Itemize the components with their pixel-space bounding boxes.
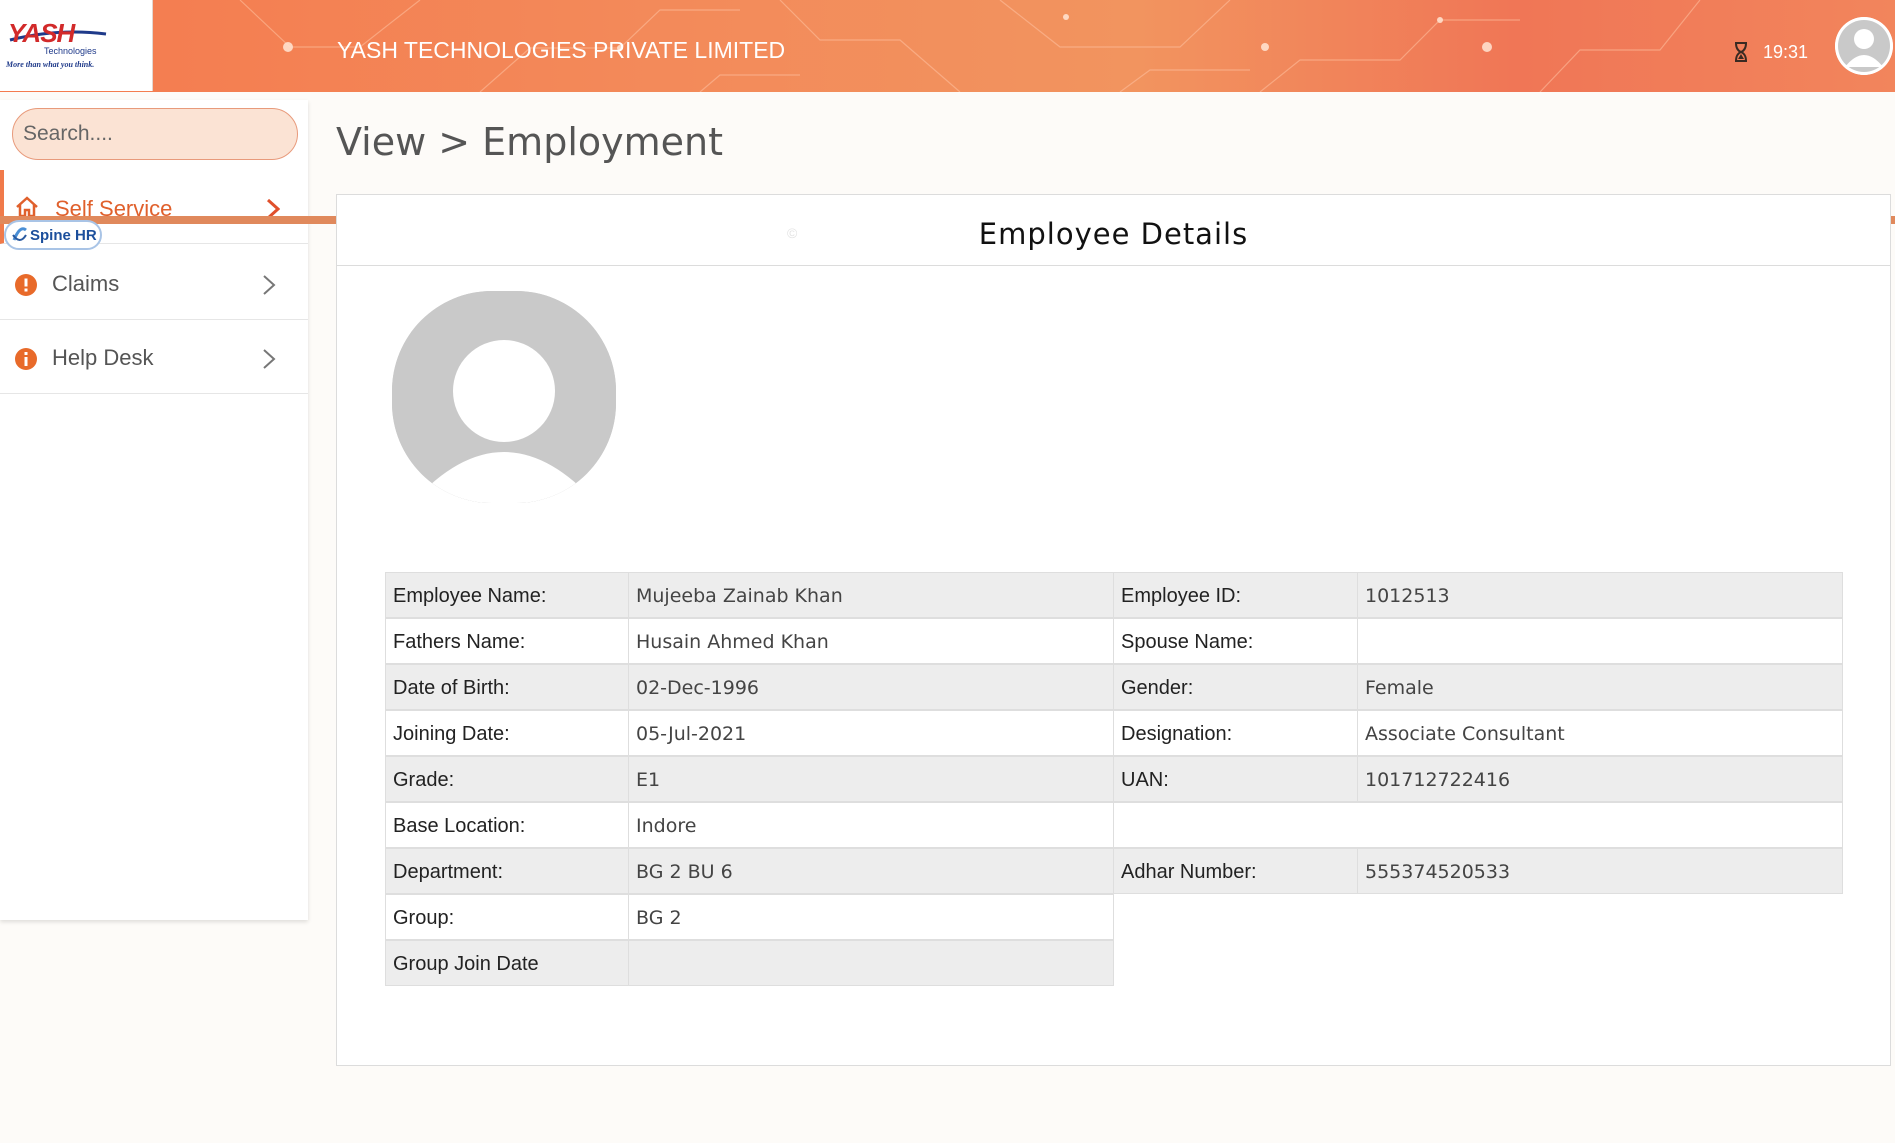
sidebar-item-label: Help Desk — [52, 345, 154, 370]
field-value-employee-id: 1012513 — [1357, 572, 1843, 618]
field-value-grade: E1 — [628, 756, 1114, 802]
logo-subtitle: Technologies — [44, 46, 97, 56]
field-label-employee-id: Employee ID: — [1113, 572, 1358, 618]
company-logo[interactable]: YASH Technologies More than what you thi… — [0, 0, 153, 91]
field-value-base-location: Indore — [628, 802, 1114, 848]
field-label-group: Group: — [385, 894, 629, 940]
field-value-fathers-name: Husain Ahmed Khan — [628, 618, 1114, 664]
field-value-joining-date: 05-Jul-2021 — [628, 710, 1114, 756]
field-value-uan: 101712722416 — [1357, 756, 1843, 802]
field-label-department: Department: — [385, 848, 629, 894]
field-label-grade: Grade: — [385, 756, 629, 802]
field-label-joining-date: Joining Date: — [385, 710, 629, 756]
field-label-base-location: Base Location: — [385, 802, 629, 848]
field-label-gender: Gender: — [1113, 664, 1358, 710]
chevron-right-icon — [263, 349, 276, 369]
field-value-designation: Associate Consultant — [1357, 710, 1843, 756]
field-label-employee-name: Employee Name: — [385, 572, 629, 618]
field-label-uan: UAN: — [1113, 756, 1358, 802]
exclamation-circle-icon — [15, 274, 37, 296]
panel-header: © Employee Details — [337, 195, 1890, 266]
user-avatar-icon — [1835, 17, 1893, 75]
field-value-department: BG 2 BU 6 — [628, 848, 1114, 894]
company-name: YASH TECHNOLOGIES PRIVATE LIMITED — [337, 37, 786, 63]
spine-hr-badge[interactable]: Spine HR — [4, 220, 102, 250]
field-label-fathers-name: Fathers Name: — [385, 618, 629, 664]
panel-title: Employee Details — [978, 217, 1249, 251]
field-label-designation: Designation: — [1113, 710, 1358, 756]
field-label-date-of-birth: Date of Birth: — [385, 664, 629, 710]
sidebar-item-help-desk[interactable]: Help Desk — [0, 320, 308, 394]
field-value-date-of-birth: 02-Dec-1996 — [628, 664, 1114, 710]
field-value-spouse-name — [1357, 618, 1843, 664]
sidebar-item-label: Claims — [52, 271, 120, 296]
employee-details-panel: © Employee Details Employee Name: Mujeeb… — [336, 194, 1891, 1066]
field-value-employee-name: Mujeeba Zainab Khan — [628, 572, 1114, 618]
field-label-group-join-date: Group Join Date — [385, 940, 629, 986]
user-avatar[interactable] — [1835, 17, 1893, 75]
sidebar-search-input[interactable] — [12, 108, 298, 160]
spine-logo-icon — [12, 227, 27, 241]
logo-word: YASH — [8, 18, 75, 48]
sidebar-item-claims[interactable]: Claims — [0, 246, 308, 320]
logo-tagline: More than what you think. — [6, 60, 95, 69]
employee-photo — [392, 291, 616, 503]
info-circle-icon — [15, 348, 37, 370]
field-value-group: BG 2 — [628, 894, 1114, 940]
top-header: YASH Technologies More than what you thi… — [0, 0, 1895, 92]
field-label-spouse-name: Spouse Name: — [1113, 618, 1358, 664]
spine-hr-label: Spine HR — [30, 227, 97, 244]
page-title: View > Employment — [336, 120, 723, 164]
field-value-adhar-number: 555374520533 — [1357, 848, 1843, 894]
field-value-group-join-date — [628, 940, 1114, 986]
empty-cell — [1113, 802, 1843, 848]
hourglass-icon — [1735, 42, 1747, 62]
field-label-adhar-number: Adhar Number: — [1113, 848, 1358, 894]
chevron-right-icon — [263, 275, 276, 295]
session-time: 19:31 — [1763, 42, 1809, 62]
home-icon — [16, 196, 38, 218]
header-circuit-pattern — [239, 0, 1701, 92]
field-value-gender: Female — [1357, 664, 1843, 710]
default-avatar-icon — [392, 291, 616, 503]
